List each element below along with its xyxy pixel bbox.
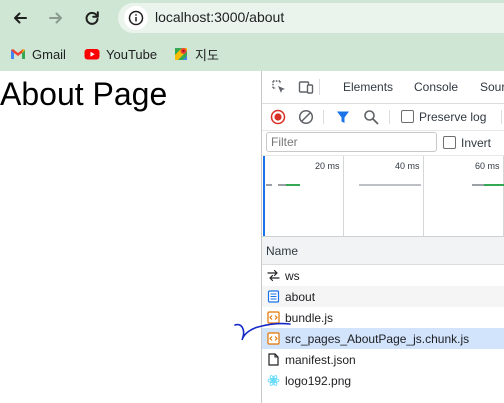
- timeline-bar: [359, 184, 421, 186]
- tab-console[interactable]: Console: [414, 80, 458, 94]
- filter-bar: Invert: [262, 131, 504, 156]
- preserve-log-label: Preserve log: [419, 110, 487, 124]
- forward-button[interactable]: [44, 6, 68, 30]
- request-name: about: [285, 290, 316, 304]
- timeline-bar: [266, 184, 272, 186]
- invert-label: Invert: [461, 136, 492, 150]
- tab-sources[interactable]: Sour: [480, 80, 504, 94]
- request-name: ws: [285, 269, 300, 283]
- toolbar-separator: [501, 110, 502, 124]
- timeline-gridline: [423, 156, 424, 236]
- toolbar-separator: [389, 110, 390, 124]
- bookmark-label: YouTube: [106, 46, 158, 62]
- bookmark-maps[interactable]: 지도: [173, 42, 219, 66]
- filter-input[interactable]: [266, 132, 437, 152]
- request-name: src_pages_AboutPage_js.chunk.js: [285, 332, 470, 346]
- request-name: logo192.png: [285, 374, 352, 388]
- record-icon[interactable]: [270, 109, 286, 125]
- image-icon: [267, 375, 280, 386]
- network-overview-timeline[interactable]: 20 ms 40 ms 60 ms: [262, 156, 504, 237]
- address-bar[interactable]: localhost:3000/about: [118, 3, 504, 33]
- youtube-icon: [84, 49, 100, 60]
- gmail-icon: [11, 49, 25, 59]
- back-button[interactable]: [8, 6, 32, 30]
- timeline-marker: [263, 156, 265, 236]
- filter-funnel-icon[interactable]: [335, 109, 351, 125]
- tab-separator: [319, 79, 320, 95]
- manifest-icon: [268, 353, 279, 366]
- devtools-panel: Elements Console Sour Preserve log Inver…: [261, 71, 504, 403]
- request-row-about[interactable]: about: [262, 286, 504, 307]
- document-icon: [267, 290, 280, 303]
- timeline-bar: [472, 184, 484, 186]
- timeline-tick-label: 40 ms: [395, 161, 420, 171]
- bookmark-label: 지도: [195, 47, 219, 63]
- request-table-header[interactable]: Name: [262, 237, 504, 265]
- info-icon: [128, 10, 144, 26]
- device-toolbar-icon[interactable]: [298, 79, 314, 95]
- inspect-element-icon[interactable]: [271, 79, 287, 95]
- pen-annotation-mark: [234, 322, 291, 341]
- tab-elements[interactable]: Elements: [343, 80, 393, 94]
- timeline-gridline: [343, 156, 344, 236]
- site-info-button[interactable]: [124, 6, 148, 30]
- timeline-bar: [286, 184, 300, 186]
- network-toolbar: Preserve log: [262, 104, 504, 131]
- request-row-manifest[interactable]: manifest.json: [262, 349, 504, 370]
- request-row-logo[interactable]: logo192.png: [262, 370, 504, 391]
- toolbar-separator: [323, 110, 324, 124]
- bookmark-label: Gmail: [32, 46, 66, 62]
- browser-toolbar: localhost:3000/about Gmail YouTube 지도: [0, 0, 504, 71]
- bookmarks-bar: Gmail YouTube 지도: [0, 42, 504, 66]
- preserve-log-checkbox[interactable]: [401, 110, 414, 123]
- request-name: manifest.json: [285, 353, 356, 367]
- invert-checkbox[interactable]: [443, 136, 456, 149]
- reload-icon: [85, 11, 99, 25]
- maps-icon: [175, 48, 187, 60]
- request-row-ws[interactable]: ws: [262, 265, 504, 286]
- timeline-tick-label: 20 ms: [315, 161, 340, 171]
- timeline-bar: [484, 184, 504, 186]
- search-icon[interactable]: [363, 109, 379, 125]
- timeline-tick-label: 60 ms: [475, 161, 500, 171]
- page-title: About Page: [0, 76, 168, 112]
- devtools-tab-bar: Elements Console Sour: [262, 71, 504, 104]
- websocket-icon: [267, 269, 280, 282]
- forward-arrow-icon: [49, 12, 62, 24]
- bookmark-youtube[interactable]: YouTube: [84, 42, 157, 66]
- clear-icon[interactable]: [298, 109, 314, 125]
- url-text[interactable]: localhost:3000/about: [155, 9, 284, 25]
- back-arrow-icon: [14, 12, 27, 24]
- column-header-name[interactable]: Name: [266, 244, 298, 258]
- reload-button[interactable]: [80, 6, 104, 30]
- bookmark-gmail[interactable]: Gmail: [10, 42, 66, 66]
